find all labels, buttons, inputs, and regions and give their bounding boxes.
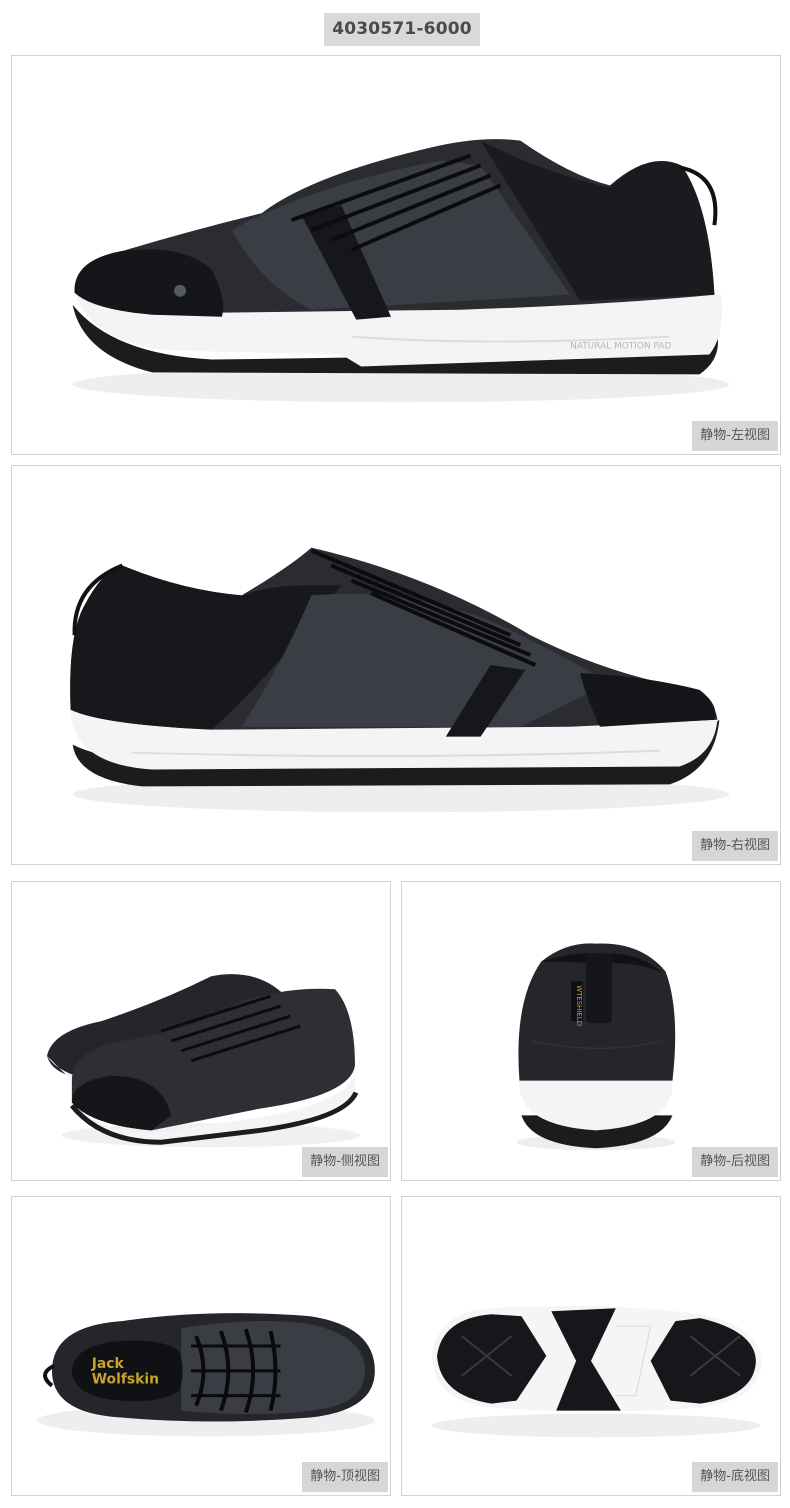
bottom-view-panel: 静物-底视图 xyxy=(401,1196,781,1496)
shoe-rear-view-image: WTESHIELD xyxy=(516,943,676,1151)
shoe-side-view-image xyxy=(47,974,360,1148)
shoe-top-view-image: Jack Wolfskin xyxy=(37,1313,375,1437)
product-sku-badge: 4030571-6000 xyxy=(324,13,480,46)
midsole-print: NATURAL MOTION PAD xyxy=(570,342,671,352)
shoe-right-view-image xyxy=(70,547,730,813)
side-view-panel: 静物-侧视图 xyxy=(11,881,391,1181)
shoe-bottom-view-image xyxy=(432,1305,762,1438)
bottom-view-label: 静物-底视图 xyxy=(692,1462,778,1492)
heel-tab-print: WTESHIELD xyxy=(575,985,583,1026)
right-view-label: 静物-右视图 xyxy=(692,831,778,861)
rear-view-panel: WTESHIELD 静物-后视图 xyxy=(401,881,781,1181)
top-view-panel: Jack Wolfskin 静物-顶视图 xyxy=(11,1196,391,1496)
rear-view-label: 静物-后视图 xyxy=(692,1147,778,1177)
top-view-label: 静物-顶视图 xyxy=(302,1462,388,1492)
shoe-left-view-image: NATURAL MOTION PAD xyxy=(72,139,730,403)
side-view-label: 静物-侧视图 xyxy=(302,1147,388,1177)
left-view-panel: NATURAL MOTION PAD 静物-左视图 xyxy=(11,55,781,455)
right-view-panel: 静物-右视图 xyxy=(11,465,781,865)
left-view-label: 静物-左视图 xyxy=(692,421,778,451)
brand-logo-line2: Wolfskin xyxy=(92,1372,159,1388)
brand-logo-line1: Jack xyxy=(91,1356,125,1372)
